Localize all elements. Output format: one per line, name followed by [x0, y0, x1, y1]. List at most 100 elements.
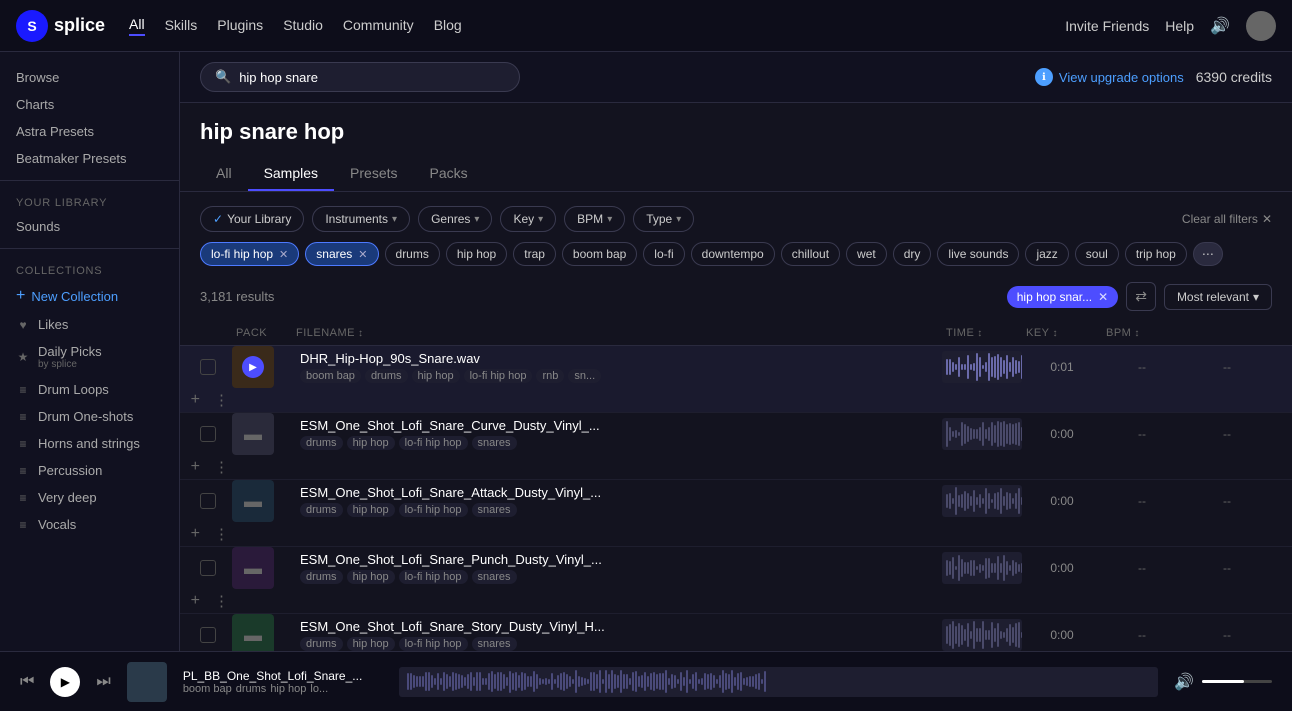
search-box[interactable]: 🔍 — [200, 62, 520, 92]
more-button[interactable]: ⋮ — [211, 522, 232, 546]
track-tag[interactable]: snares — [472, 570, 517, 584]
play-overlay[interactable]: ▶ — [242, 356, 264, 378]
track-tag[interactable]: rnb — [536, 369, 564, 383]
table-row[interactable]: ▬ ESM_One_Shot_Lofi_Snare_Story_Dusty_Vi… — [180, 614, 1292, 651]
sidebar-item-horns-strings[interactable]: ≡ Horns and strings — [0, 430, 179, 457]
track-checkbox[interactable] — [200, 560, 216, 576]
nav-blog[interactable]: Blog — [434, 17, 462, 35]
tag-jazz[interactable]: jazz — [1025, 242, 1068, 266]
track-tag[interactable]: hip hop — [347, 637, 395, 651]
sidebar-item-astra[interactable]: Astra Presets — [0, 118, 179, 145]
track-checkbox[interactable] — [200, 426, 216, 442]
nav-studio[interactable]: Studio — [283, 17, 323, 35]
nav-help[interactable]: Help — [1165, 18, 1194, 34]
track-tag[interactable]: drums — [300, 436, 343, 450]
nav-skills[interactable]: Skills — [165, 17, 198, 35]
track-tag[interactable]: drums — [300, 637, 343, 651]
track-waveform[interactable] — [942, 619, 1022, 651]
track-tag[interactable]: lo-fi hip hop — [399, 637, 468, 651]
table-row[interactable]: ▶ DHR_Hip-Hop_90s_Snare.wav boom bapdrum… — [180, 346, 1292, 413]
add-button[interactable]: + — [188, 522, 203, 546]
track-tag[interactable]: drums — [300, 570, 343, 584]
tab-samples[interactable]: Samples — [248, 157, 334, 191]
sidebar-item-charts[interactable]: Charts — [0, 91, 179, 118]
sidebar-item-new-collection[interactable]: + New Collection — [0, 281, 179, 311]
track-waveform[interactable] — [942, 552, 1022, 584]
tag-trip-hop[interactable]: trip hop — [1125, 242, 1187, 266]
sidebar-item-likes[interactable]: ♥ Likes — [0, 311, 179, 338]
track-tag[interactable]: lo-fi hip hop — [399, 436, 468, 450]
tab-all[interactable]: All — [200, 157, 248, 191]
track-waveform[interactable] — [942, 485, 1022, 517]
tag-trap[interactable]: trap — [513, 242, 556, 266]
track-tag[interactable]: sn... — [568, 369, 601, 383]
add-button[interactable]: + — [188, 455, 203, 479]
more-tags-button[interactable]: ⋯ — [1193, 242, 1223, 266]
tag-hip-hop[interactable]: hip hop — [446, 242, 507, 266]
shuffle-button[interactable]: ⇄ — [1126, 282, 1156, 311]
sidebar-item-beatmaker[interactable]: Beatmaker Presets — [0, 145, 179, 172]
sidebar-item-sounds[interactable]: Sounds — [0, 213, 179, 240]
tag-soul[interactable]: soul — [1075, 242, 1119, 266]
track-tag[interactable]: hip hop — [412, 369, 460, 383]
tag-drums[interactable]: drums — [385, 242, 440, 266]
track-tag[interactable]: snares — [472, 637, 517, 651]
active-tag-lofi[interactable]: lo-fi hip hop ✕ — [200, 242, 299, 266]
table-row[interactable]: ▬ ESM_One_Shot_Lofi_Snare_Curve_Dusty_Vi… — [180, 413, 1292, 480]
tag-downtempo[interactable]: downtempo — [691, 242, 775, 266]
sidebar-item-drum-loops[interactable]: ≡ Drum Loops — [0, 376, 179, 403]
nav-invite-friends[interactable]: Invite Friends — [1065, 18, 1149, 34]
track-checkbox[interactable] — [200, 359, 216, 375]
add-button[interactable]: + — [188, 589, 203, 613]
table-row[interactable]: ▬ ESM_One_Shot_Lofi_Snare_Punch_Dusty_Vi… — [180, 547, 1292, 614]
instruments-filter[interactable]: Instruments ▾ — [312, 206, 410, 232]
key-filter[interactable]: Key ▾ — [500, 206, 556, 232]
col-filename[interactable]: Filename ↕ — [292, 321, 942, 345]
genres-filter[interactable]: Genres ▾ — [418, 206, 492, 232]
more-button[interactable]: ⋮ — [211, 455, 232, 479]
col-key[interactable]: Key ↕ — [1022, 321, 1102, 345]
track-checkbox[interactable] — [200, 627, 216, 643]
player-waveform[interactable] — [399, 667, 1158, 697]
sort-button[interactable]: Most relevant ▾ — [1164, 284, 1272, 310]
tag-wet[interactable]: wet — [846, 242, 887, 266]
pill-x-icon[interactable]: ✕ — [1098, 290, 1108, 304]
tab-packs[interactable]: Packs — [414, 157, 484, 191]
tag-lofi[interactable]: lo-fi — [643, 242, 684, 266]
track-tag[interactable]: hip hop — [347, 436, 395, 450]
track-waveform[interactable] — [942, 418, 1022, 450]
track-tag[interactable]: lo-fi hip hop — [399, 570, 468, 584]
upgrade-button[interactable]: ℹ View upgrade options — [1035, 68, 1184, 86]
player-next-button[interactable]: ⏭ — [96, 673, 110, 691]
volume-slider[interactable] — [1202, 680, 1272, 683]
sidebar-item-percussion[interactable]: ≡ Percussion — [0, 457, 179, 484]
active-tag-snares[interactable]: snares ✕ — [305, 242, 378, 266]
track-tag[interactable]: drums — [365, 369, 408, 383]
more-button[interactable]: ⋮ — [211, 388, 232, 412]
track-waveform[interactable] — [942, 351, 1022, 383]
type-filter[interactable]: Type ▾ — [633, 206, 694, 232]
tag-live-sounds[interactable]: live sounds — [937, 242, 1019, 266]
sidebar-item-daily-picks[interactable]: ★ Daily Picks by splice — [0, 338, 179, 376]
player-prev-button[interactable]: ⏮ — [20, 673, 34, 691]
active-filter-pill[interactable]: hip hop snar... ✕ — [1007, 286, 1118, 308]
track-checkbox[interactable] — [200, 493, 216, 509]
avatar[interactable] — [1246, 11, 1276, 41]
track-tag[interactable]: snares — [472, 503, 517, 517]
track-tag[interactable]: hip hop — [347, 503, 395, 517]
table-row[interactable]: ▬ ESM_One_Shot_Lofi_Snare_Attack_Dusty_V… — [180, 480, 1292, 547]
search-input[interactable] — [239, 70, 505, 85]
track-tag[interactable]: boom bap — [300, 369, 361, 383]
tag-x-icon-2[interactable]: ✕ — [358, 248, 367, 261]
tab-presets[interactable]: Presets — [334, 157, 413, 191]
sidebar-item-very-deep[interactable]: ≡ Very deep — [0, 484, 179, 511]
bpm-filter[interactable]: BPM ▾ — [564, 206, 625, 232]
more-button[interactable]: ⋮ — [211, 589, 232, 613]
track-tag[interactable]: lo-fi hip hop — [464, 369, 533, 383]
nav-plugins[interactable]: Plugins — [217, 17, 263, 35]
col-bpm[interactable]: BPM ↕ — [1102, 321, 1182, 345]
tag-boom-bap[interactable]: boom bap — [562, 242, 637, 266]
track-tag[interactable]: snares — [472, 436, 517, 450]
your-library-filter[interactable]: ✓ Your Library — [200, 206, 304, 232]
volume-icon-player[interactable]: 🔊 — [1174, 672, 1194, 692]
